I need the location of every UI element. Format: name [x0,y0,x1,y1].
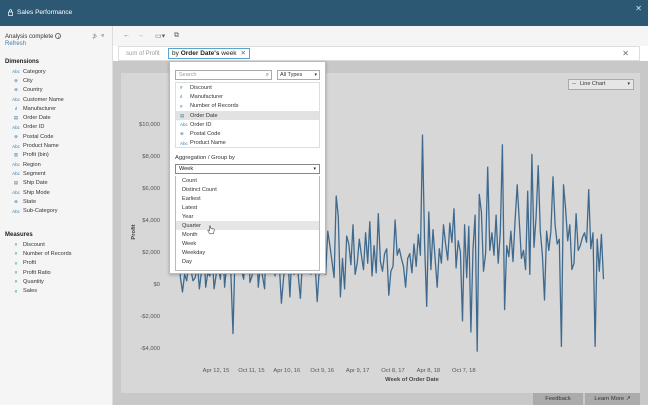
text-type-icon: Abc [180,140,188,146]
aggregation-value: Week [179,166,194,172]
aggregation-label: Aggregation / Group by [175,155,235,161]
search-placeholder: Search [179,72,197,78]
picker-field-item[interactable]: # Number of Records [176,102,319,111]
picker-field-label: Product Name [190,140,226,147]
type-filter-select[interactable]: All Types ▾ [277,70,320,80]
number-icon: # [180,85,183,91]
field-picker-popup: Search ⌕ All Types ▾ # Discount ∂ Manufacture… [169,61,326,274]
picker-field-label: Number of Records [190,103,239,110]
feedback-button[interactable]: Feedback [533,393,583,405]
y-tick-label: $2,000 [142,250,160,256]
y-tick-label: -$2,000 [140,314,160,320]
aggregation-option[interactable]: Year [176,212,319,221]
type-filter-value: All Types [280,72,303,78]
aggregation-option[interactable]: Weekday [176,248,319,257]
external-link-icon: ↗ [625,396,631,402]
geo-icon: ⊕ [180,131,184,137]
aggregation-option[interactable]: Quarter [176,221,319,231]
picker-field-label: Order Date [190,112,218,119]
y-axis-label: Profit [131,224,137,239]
picker-field-label: Order ID [190,121,212,128]
x-tick-label: Apr 8, 18 [417,368,441,374]
aggregation-option[interactable]: Distinct Count [176,185,319,194]
picker-field-item[interactable]: # Discount [176,83,319,92]
y-tick-label: $4,000 [142,218,160,224]
y-tick-label: $8,000 [142,154,160,160]
x-axis-label: Week of Order Date [385,377,439,383]
learn-more-label: Learn More [594,396,625,402]
calendar-icon: ▤ [180,112,185,118]
picker-field-label: Discount [190,84,212,91]
picker-field-label: Manufacturer [190,93,223,100]
picker-field-item[interactable]: ∂ Manufacturer [176,92,319,101]
x-tick-label: Apr 12, 15 [203,368,230,374]
field-list: # Discount ∂ Manufacturer # Number of Records… [175,82,320,148]
link-icon: ∂ [180,94,183,100]
picker-field-label: Postal Code [190,131,221,138]
field-search-input[interactable]: Search ⌕ [175,70,272,80]
picker-field-item[interactable]: ⊕ Postal Code [176,129,319,138]
search-icon: ⌕ [265,72,269,78]
chevron-down-icon: ▾ [313,166,316,172]
x-tick-label: Oct 9, 16 [310,368,334,374]
aggregation-select[interactable]: Week ▾ [175,164,320,174]
x-tick-label: Oct 7, 18 [452,368,476,374]
number-icon: # [180,103,183,109]
chevron-down-icon: ▾ [314,72,317,78]
y-tick-label: $0 [154,282,160,288]
x-tick-label: Apr 10, 16 [273,368,300,374]
aggregation-option[interactable]: Month [176,230,319,239]
aggregation-option[interactable]: Week [176,239,319,248]
aggregation-option[interactable]: Count [176,176,319,185]
x-tick-label: Apr 9, 17 [346,368,370,374]
aggregation-options: Count Distinct Count Earliest Latest Year Qua… [175,176,320,271]
x-tick-label: Oct 11, 15 [238,368,264,374]
hand-cursor-icon [207,225,215,235]
picker-field-item[interactable]: ▤ Order Date [176,110,319,121]
picker-field-item[interactable]: Abc Order ID [176,120,319,129]
aggregation-option[interactable]: Latest [176,203,319,212]
y-tick-label: $6,000 [142,186,160,192]
aggregation-option[interactable]: Earliest [176,194,319,203]
y-tick-label: $10,000 [139,122,160,128]
aggregation-option[interactable]: Day [176,257,319,266]
picker-field-item[interactable]: Abc Product Name [176,139,319,147]
y-tick-label: -$4,000 [140,346,160,352]
x-tick-label: Oct 8, 17 [381,368,405,374]
learn-more-button[interactable]: Learn More ↗ [585,393,640,405]
text-type-icon: Abc [180,122,188,128]
